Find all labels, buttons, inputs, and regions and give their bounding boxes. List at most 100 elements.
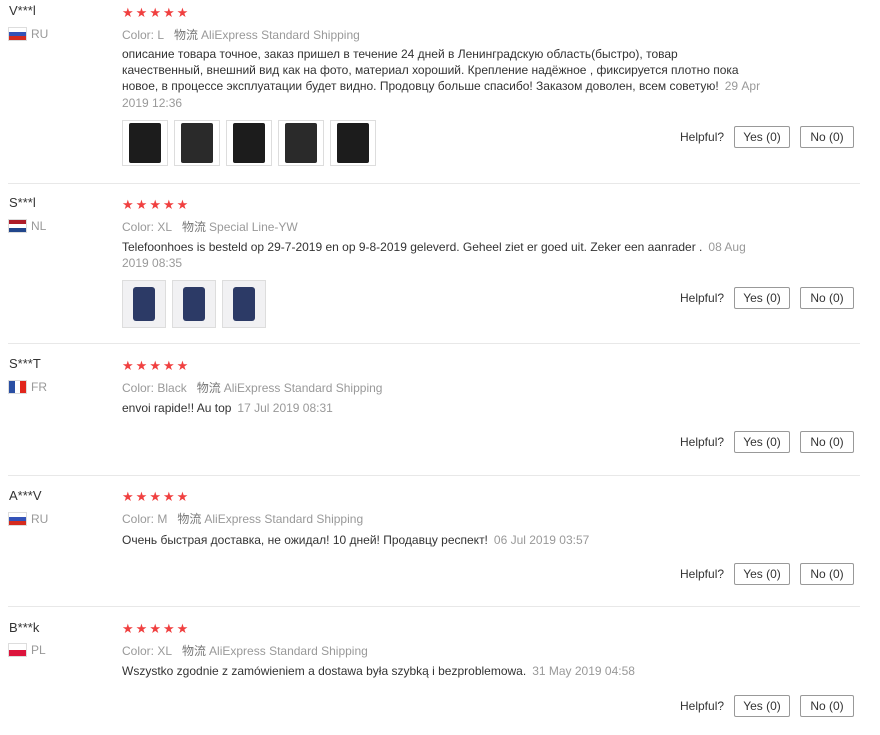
helpful-yes-button[interactable]: Yes (0) bbox=[734, 695, 790, 717]
review-item: B***k PL ★ ★ ★ ★ ★ Color: XL 物流 AliExpress Sta… bbox=[0, 607, 860, 735]
review-item: S***T FR ★ ★ ★ ★ ★ Color: Black 物流 AliExpress … bbox=[0, 344, 860, 476]
helpful-no-button[interactable]: No (0) bbox=[800, 431, 854, 453]
helpful-label: Helpful? bbox=[680, 291, 725, 305]
color-attr: Color: M bbox=[122, 512, 168, 526]
review-text: Wszystko zgodnie z zamówieniem a dostawa… bbox=[122, 663, 762, 679]
flag-icon bbox=[9, 220, 26, 232]
review-meta: Color: M 物流 AliExpress Standard Shipping bbox=[122, 510, 363, 527]
review-text: Очень быстрая доставка, не ожидал! 10 дн… bbox=[122, 532, 762, 548]
reviewer-country: NL bbox=[9, 219, 46, 233]
shipping-key: 物流 bbox=[177, 512, 202, 526]
star-rating: ★ ★ ★ ★ ★ bbox=[122, 622, 188, 635]
shipping-method: AliExpress Standard Shipping bbox=[201, 28, 360, 42]
flag-icon bbox=[9, 28, 26, 40]
reviewer-name: S***T bbox=[9, 356, 41, 371]
review-text: описание товара точное, заказ пришел в т… bbox=[122, 46, 762, 111]
star-rating: ★ ★ ★ ★ ★ bbox=[122, 6, 188, 19]
country-code: FR bbox=[31, 380, 47, 394]
star-rating: ★ ★ ★ ★ ★ bbox=[122, 490, 188, 503]
review-text: Telefoonhoes is besteld op 29-7-2019 en … bbox=[122, 239, 762, 271]
star-icon: ★ bbox=[176, 358, 189, 373]
reviewer-name: A***V bbox=[9, 488, 42, 503]
shipping-key: 物流 bbox=[182, 644, 207, 658]
helpful-no-button[interactable]: No (0) bbox=[800, 126, 854, 148]
star-icon: ★ bbox=[135, 489, 148, 504]
star-icon: ★ bbox=[135, 197, 148, 212]
reviewer-name: S***l bbox=[9, 195, 36, 210]
helpful-no-button[interactable]: No (0) bbox=[800, 563, 854, 585]
review-photos bbox=[122, 120, 376, 166]
country-code: RU bbox=[31, 512, 49, 526]
country-code: RU bbox=[31, 27, 49, 41]
helpful-no-button[interactable]: No (0) bbox=[800, 287, 854, 309]
reviewer-country: RU bbox=[9, 512, 48, 526]
star-icon: ★ bbox=[162, 489, 175, 504]
shipping-method: AliExpress Standard Shipping bbox=[204, 512, 364, 526]
helpful-label: Helpful? bbox=[680, 699, 725, 713]
flag-icon bbox=[9, 381, 27, 393]
helpful-label: Helpful? bbox=[680, 435, 725, 449]
review-meta: Color: L 物流 AliExpress Standard Shipping bbox=[122, 26, 360, 43]
star-icon: ★ bbox=[162, 5, 175, 20]
review-item: V***l RU ★ ★ ★ ★ ★ Color: L 物流 AliExpress Stan… bbox=[0, 0, 860, 184]
review-photo[interactable] bbox=[122, 280, 166, 328]
star-rating: ★ ★ ★ ★ ★ bbox=[122, 198, 188, 211]
helpful-label: Helpful? bbox=[680, 130, 725, 144]
color-attr: Color: Black bbox=[122, 381, 187, 395]
review-content: Wszystko zgodnie z zamówieniem a dostawa… bbox=[122, 664, 527, 678]
review-photo[interactable] bbox=[330, 120, 376, 166]
helpful-yes-button[interactable]: Yes (0) bbox=[734, 431, 790, 453]
star-icon: ★ bbox=[149, 489, 161, 504]
star-icon: ★ bbox=[149, 621, 161, 636]
star-icon: ★ bbox=[122, 489, 134, 504]
star-icon: ★ bbox=[122, 621, 134, 636]
review-meta: Color: Black 物流 AliExpress Standard Shippi… bbox=[122, 379, 382, 396]
review-text: envoi rapide!! Au top 17 Jul 2019 08:31 bbox=[122, 400, 762, 416]
reviewer-country: RU bbox=[9, 27, 48, 41]
reviewer-country: PL bbox=[9, 643, 46, 657]
country-code: PL bbox=[31, 643, 46, 657]
star-icon: ★ bbox=[176, 197, 189, 212]
star-icon: ★ bbox=[135, 5, 148, 20]
review-content: Telefoonhoes is besteld op 29-7-2019 en … bbox=[122, 240, 703, 254]
review-date: 17 Jul 2019 08:31 bbox=[237, 401, 333, 415]
review-date: 31 May 2019 04:58 bbox=[532, 664, 635, 678]
shipping-method: AliExpress Standard Shipping bbox=[223, 381, 383, 395]
review-photo[interactable] bbox=[278, 120, 324, 166]
review-item: S***l NL ★ ★ ★ ★ ★ Color: XL 物流 Special Line-Y… bbox=[0, 184, 860, 344]
star-icon: ★ bbox=[122, 197, 134, 212]
shipping-method: Special Line-YW bbox=[209, 220, 298, 234]
helpful-yes-button[interactable]: Yes (0) bbox=[734, 563, 790, 585]
review-photo[interactable] bbox=[222, 280, 266, 328]
shipping-key: 物流 bbox=[196, 381, 221, 395]
star-icon: ★ bbox=[162, 621, 175, 636]
star-icon: ★ bbox=[162, 358, 175, 373]
review-photo[interactable] bbox=[172, 280, 216, 328]
review-photo[interactable] bbox=[122, 120, 168, 166]
star-icon: ★ bbox=[162, 197, 175, 212]
review-meta: Color: XL 物流 AliExpress Standard Shipping bbox=[122, 642, 368, 659]
reviewer-name: B***k bbox=[9, 620, 40, 635]
star-icon: ★ bbox=[176, 489, 189, 504]
review-content: Очень быстрая доставка, не ожидал! 10 дн… bbox=[122, 533, 488, 547]
flag-icon bbox=[9, 644, 26, 656]
review-photo[interactable] bbox=[226, 120, 272, 166]
review-item: A***V RU ★ ★ ★ ★ ★ Color: M 物流 AliExpress Stan… bbox=[0, 476, 860, 607]
review-photo[interactable] bbox=[174, 120, 220, 166]
star-icon: ★ bbox=[149, 197, 161, 212]
helpful-yes-button[interactable]: Yes (0) bbox=[734, 126, 790, 148]
review-content: описание товара точное, заказ пришел в т… bbox=[122, 47, 739, 94]
country-code: NL bbox=[31, 219, 47, 233]
star-icon: ★ bbox=[149, 5, 161, 20]
helpful-no-button[interactable]: No (0) bbox=[800, 695, 854, 717]
color-attr: Color: XL bbox=[122, 644, 173, 658]
shipping-key: 物流 bbox=[182, 220, 207, 234]
shipping-method: AliExpress Standard Shipping bbox=[209, 644, 368, 658]
shipping-key: 物流 bbox=[174, 28, 199, 42]
flag-icon bbox=[9, 513, 26, 525]
star-icon: ★ bbox=[149, 358, 161, 373]
star-icon: ★ bbox=[176, 5, 189, 20]
review-date: 06 Jul 2019 03:57 bbox=[493, 533, 590, 547]
review-photos bbox=[122, 280, 266, 328]
helpful-yes-button[interactable]: Yes (0) bbox=[734, 287, 790, 309]
